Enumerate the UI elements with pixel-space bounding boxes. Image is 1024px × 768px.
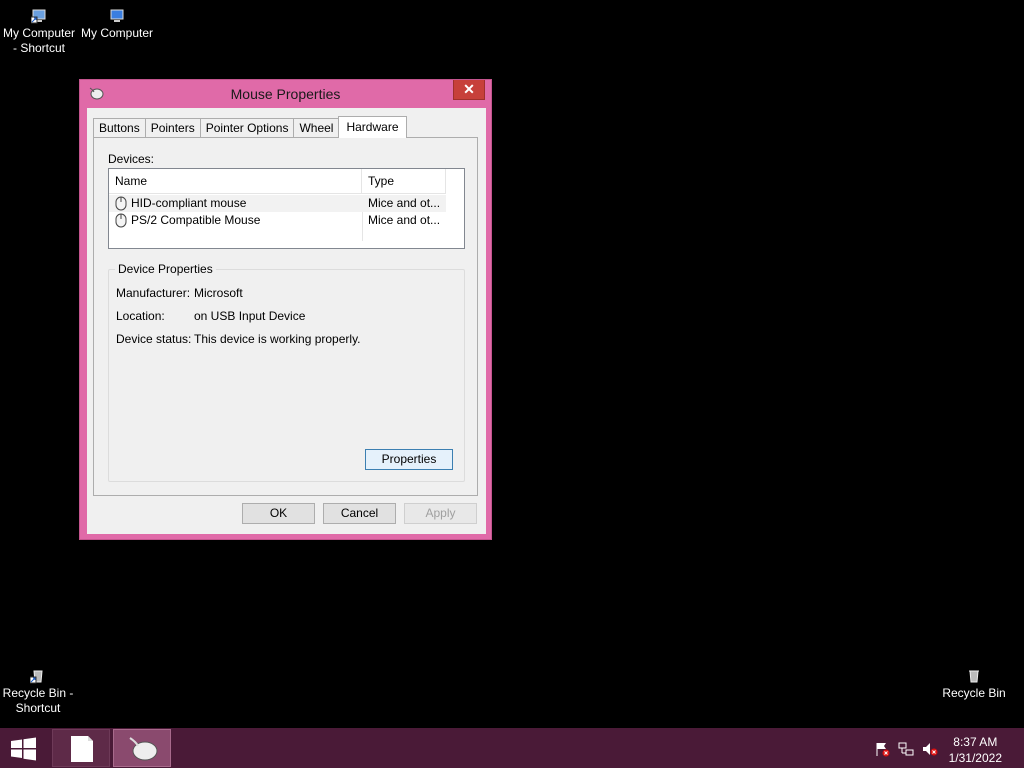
device-status-label: Device status:	[116, 332, 192, 346]
clock-time: 8:37 AM	[953, 735, 998, 749]
desktop-icon-label: My Computer	[2, 26, 76, 40]
desktop-icon-recycle-bin-shortcut[interactable]: Recycle Bin - Shortcut	[0, 668, 76, 716]
tab-pointer-options[interactable]: Pointer Options	[199, 118, 295, 138]
desktop-icon-my-computer[interactable]: My Computer	[78, 8, 156, 41]
taskbar: 8:37 AM 1/31/2022	[0, 728, 1024, 768]
system-clock[interactable]: 8:37 AM 1/31/2022	[949, 734, 1002, 766]
desktop-icon-label: Shortcut	[15, 701, 61, 715]
tab-buttons[interactable]: Buttons	[93, 118, 146, 138]
desktop-icon-label: Recycle Bin	[942, 686, 1006, 700]
taskbar-app-mouse-properties[interactable]	[113, 729, 171, 767]
windows-logo-icon	[11, 737, 36, 761]
recycle-bin-shortcut-icon	[29, 668, 46, 684]
device-name-cell: PS/2 Compatible Mouse	[115, 212, 260, 229]
device-properties-group: Device Properties Manufacturer: Microsof…	[108, 262, 465, 482]
manufacturer-value: Microsoft	[194, 286, 243, 300]
devices-label: Devices:	[108, 152, 155, 166]
device-type: Mice and ot...	[368, 213, 441, 227]
desktop-icon-label: Recycle Bin -	[2, 686, 74, 700]
list-item[interactable]: PS/2 Compatible Mouse Mice and ot...	[109, 212, 446, 229]
location-value: on USB Input Device	[194, 309, 306, 323]
tab-wheel[interactable]: Wheel	[293, 118, 340, 138]
volume-muted-icon[interactable]	[922, 741, 938, 757]
list-item[interactable]: HID-compliant mouse Mice and ot...	[109, 195, 446, 212]
device-name: HID-compliant mouse	[131, 196, 247, 210]
mouse-properties-dialog: Mouse Properties ✕ Buttons Pointers Poin…	[79, 79, 492, 540]
clock-date: 1/31/2022	[948, 751, 1002, 765]
tab-pointers[interactable]: Pointers	[144, 118, 201, 138]
column-header-type[interactable]: Type	[362, 169, 446, 194]
desktop-icon-my-computer-shortcut[interactable]: My Computer - Shortcut	[0, 8, 78, 56]
desktop-icon-label: - Shortcut	[12, 41, 66, 55]
dialog-client-area: Buttons Pointers Pointer Options Wheel H…	[87, 108, 486, 534]
computer-shortcut-icon	[30, 8, 47, 24]
list-header: Name Type	[109, 169, 446, 194]
group-title: Device Properties	[115, 262, 216, 276]
tab-strip: Buttons Pointers Pointer Options Wheel H…	[93, 116, 407, 138]
cancel-button[interactable]: Cancel	[323, 503, 396, 524]
hardware-tab-panel: Devices: Name Type HID-compliant mouse M…	[93, 137, 478, 496]
device-name-cell: HID-compliant mouse	[115, 195, 246, 212]
recycle-bin-icon	[966, 668, 982, 684]
title-bar[interactable]: Mouse Properties ✕	[80, 80, 491, 108]
close-button[interactable]: ✕	[453, 80, 485, 100]
column-header-name[interactable]: Name	[109, 169, 362, 194]
properties-button[interactable]: Properties	[365, 449, 453, 470]
ok-button[interactable]: OK	[242, 503, 315, 524]
device-type: Mice and ot...	[368, 196, 441, 210]
document-icon	[71, 736, 93, 762]
computer-icon	[109, 8, 125, 24]
manufacturer-label: Manufacturer:	[116, 286, 191, 300]
devices-list[interactable]: Name Type HID-compliant mouse Mice and o…	[108, 168, 465, 249]
desktop-icon-recycle-bin[interactable]: Recycle Bin	[936, 668, 1012, 701]
start-button[interactable]	[9, 737, 39, 761]
apply-button[interactable]: Apply	[404, 503, 477, 524]
network-icon[interactable]	[898, 741, 914, 757]
mouse-device-icon	[115, 213, 127, 228]
action-center-flag-icon[interactable]	[874, 741, 890, 757]
device-status-value: This device is working properly.	[194, 332, 361, 346]
taskbar-app-file[interactable]	[52, 729, 110, 767]
device-name: PS/2 Compatible Mouse	[131, 213, 261, 227]
tab-hardware[interactable]: Hardware	[338, 116, 407, 138]
mouse-device-icon	[115, 196, 127, 211]
location-label: Location:	[116, 309, 165, 323]
desktop-icon-label: My Computer	[80, 26, 154, 40]
dialog-title: Mouse Properties	[230, 86, 341, 102]
mouse-icon	[129, 737, 158, 761]
